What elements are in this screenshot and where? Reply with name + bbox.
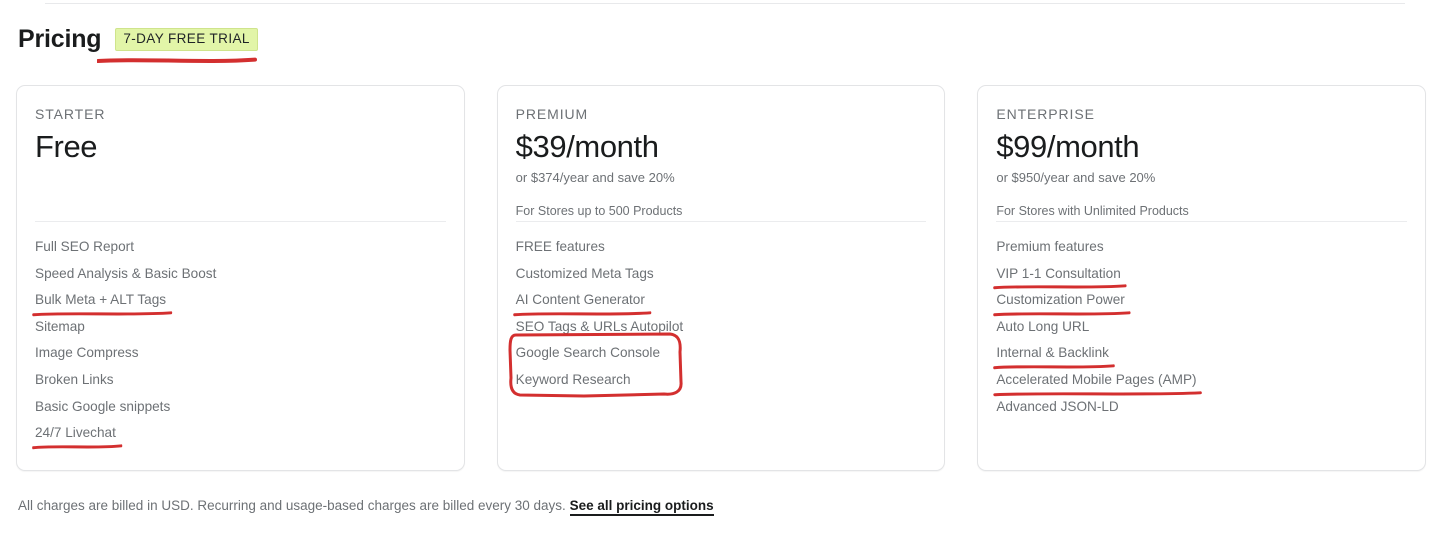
feature-item: Sitemap (35, 314, 85, 341)
feature-item: Accelerated Mobile Pages (AMP) (993, 367, 1203, 396)
see-all-pricing-options-link[interactable]: See all pricing options (569, 498, 714, 516)
pricing-header: Pricing 7-DAY FREE TRIAL (18, 27, 258, 52)
feature-label: Broken Links (35, 371, 114, 387)
plan-name: PREMIUM (515, 106, 589, 122)
feature-list: Full SEO Report Speed Analysis & Basic Bo… (17, 222, 464, 449)
feature-item: Image Compress (35, 340, 139, 367)
annotation-underline (32, 444, 123, 449)
feature-label: Auto Long URL (996, 318, 1090, 334)
plan-store-note: For Stores up to 500 Products (515, 203, 683, 218)
feature-label: Image Compress (35, 345, 139, 361)
plan-name: STARTER (35, 106, 106, 122)
feature-label: Customization Power (996, 292, 1125, 308)
feature-label: Google Search Console (515, 345, 661, 361)
pricing-card[interactable]: STARTER Free Full SEO Report Speed Analysis… (16, 85, 465, 471)
feature-label: Bulk Meta + ALT Tags (35, 292, 167, 308)
page-title: Pricing (18, 25, 102, 53)
feature-item: Keyword Research (516, 367, 631, 394)
plan-price: $99/month (996, 128, 1140, 164)
feature-list: Premium features VIP 1-1 Consultation Cust… (978, 222, 1425, 420)
feature-label: Basic Google snippets (35, 398, 171, 414)
feature-item: Customization Power (993, 287, 1131, 316)
feature-item: Auto Long URL (996, 314, 1089, 341)
feature-item: SEO Tags & URLs Autopilot (516, 314, 684, 341)
feature-item: Broken Links (35, 367, 114, 394)
feature-item: Premium features (996, 234, 1103, 261)
feature-item: 24/7 Livechat (32, 420, 123, 449)
free-trial-badge: 7-DAY FREE TRIAL (115, 27, 258, 52)
feature-label: VIP 1-1 Consultation (996, 265, 1121, 281)
feature-label: SEO Tags & URLs Autopilot (515, 318, 684, 334)
feature-label: Full SEO Report (35, 239, 134, 254)
feature-label: 24/7 Livechat (35, 425, 116, 441)
feature-label: Speed Analysis & Basic Boost (35, 265, 217, 281)
pricing-card[interactable]: ENTERPRISE $99/month or $950/year and save… (977, 85, 1427, 471)
annotation-underline-badge (97, 57, 257, 63)
pricing-page: Pricing 7-DAY FREE TRIAL STARTER Free Full… (0, 0, 1442, 535)
plan-name: ENTERPRISE (996, 106, 1095, 122)
feature-item: Speed Analysis & Basic Boost (35, 261, 216, 288)
feature-item: Full SEO Report (35, 234, 134, 261)
feature-label: Sitemap (35, 318, 85, 334)
feature-item: Bulk Meta + ALT Tags (32, 287, 173, 316)
feature-item: Internal & Backlink (993, 340, 1116, 370)
top-divider (45, 3, 1405, 4)
plan-price-annual: or $374/year and save 20% (515, 169, 675, 185)
feature-item: Advanced JSON-LD (996, 394, 1118, 421)
pricing-card[interactable]: PREMIUM $39/month or $374/year and save 20… (496, 85, 946, 471)
pricing-card-header: PREMIUM $39/month or $374/year and save 20… (498, 86, 945, 221)
feature-item: AI Content Generator (512, 287, 651, 316)
billing-note: All charges are billed in USD. Recurring… (18, 498, 566, 513)
feature-label: AI Content Generator (515, 292, 645, 308)
feature-item: FREE features (516, 234, 605, 261)
plan-price: $39/month (515, 128, 659, 164)
pricing-card-header: STARTER Free (17, 86, 464, 221)
feature-label: Advanced JSON-LD (996, 398, 1119, 414)
pricing-card-header: ENTERPRISE $99/month or $950/year and save… (978, 86, 1425, 221)
pricing-cards: STARTER Free Full SEO Report Speed Analysis… (16, 85, 1427, 471)
feature-item: Google Search Console (516, 340, 660, 367)
plan-store-note: For Stores with Unlimited Products (996, 203, 1189, 218)
feature-label: Internal & Backlink (996, 345, 1109, 361)
feature-label: Customized Meta Tags (515, 265, 654, 281)
feature-label: Keyword Research (515, 371, 631, 387)
feature-item: VIP 1-1 Consultation (993, 261, 1127, 290)
feature-item: Customized Meta Tags (516, 261, 654, 288)
feature-label: Premium features (996, 239, 1104, 254)
feature-label: Accelerated Mobile Pages (AMP) (996, 371, 1197, 387)
feature-label: FREE features (515, 239, 605, 254)
feature-list: FREE features Customized Meta Tags AI Cont… (498, 222, 945, 394)
plan-price-annual: or $950/year and save 20% (996, 169, 1156, 185)
billing-footer: All charges are billed in USD. Recurring… (18, 498, 714, 516)
plan-price: Free (35, 128, 98, 164)
feature-item: Basic Google snippets (35, 394, 170, 421)
